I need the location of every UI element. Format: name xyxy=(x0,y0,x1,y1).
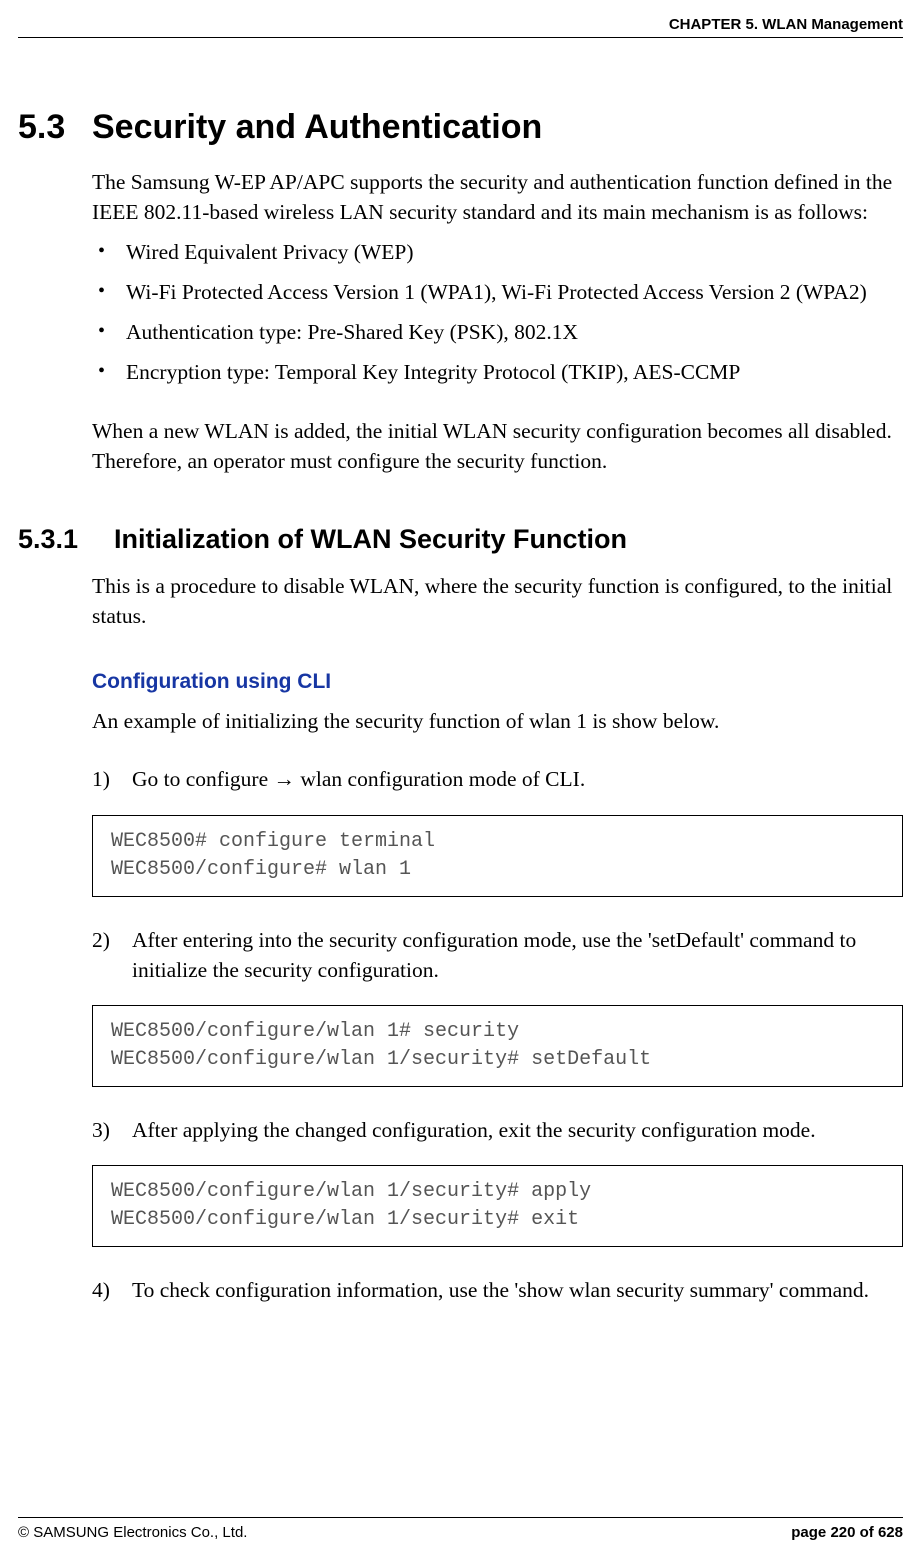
bullet-list: Wired Equivalent Privacy (WEP) Wi-Fi Pro… xyxy=(92,237,903,387)
page-header: CHAPTER 5. WLAN Management xyxy=(18,0,903,38)
subsection-number: 5.3.1 xyxy=(18,524,114,555)
steps-list: 2) After entering into the security conf… xyxy=(92,925,903,985)
page-content: 5.3 Security and Authentication The Sams… xyxy=(18,38,903,1305)
section-intro: The Samsung W-EP AP/APC supports the sec… xyxy=(92,167,903,227)
step-number: 2) xyxy=(92,925,132,985)
arrow-icon: → xyxy=(274,767,296,791)
section-number: 5.3 xyxy=(18,108,92,147)
chapter-title: CHAPTER 5. WLAN Management xyxy=(669,16,903,33)
list-item: 3) After applying the changed configurat… xyxy=(92,1115,903,1145)
steps-list: 3) After applying the changed configurat… xyxy=(92,1115,903,1145)
list-item: 2) After entering into the security conf… xyxy=(92,925,903,985)
subsection-body: This is a procedure to disable WLAN, whe… xyxy=(92,571,903,1305)
step-number: 1) xyxy=(92,764,132,794)
step-number: 3) xyxy=(92,1115,132,1145)
list-item: Wi-Fi Protected Access Version 1 (WPA1),… xyxy=(92,277,903,307)
copyright: © SAMSUNG Electronics Co., Ltd. xyxy=(18,1524,247,1541)
code-block: WEC8500/configure/wlan 1/security# apply… xyxy=(92,1165,903,1247)
cli-intro: An example of initializing the security … xyxy=(92,706,903,736)
section-title: Security and Authentication xyxy=(92,108,542,147)
page-number: page 220 of 628 xyxy=(791,1524,903,1541)
list-item: 1) Go to configure → wlan configuration … xyxy=(92,764,903,794)
code-block: WEC8500/configure/wlan 1# security WEC85… xyxy=(92,1005,903,1087)
list-item: Authentication type: Pre-Shared Key (PSK… xyxy=(92,317,903,347)
page-footer: © SAMSUNG Electronics Co., Ltd. page 220… xyxy=(18,1517,903,1541)
subsection-intro: This is a procedure to disable WLAN, whe… xyxy=(92,571,903,631)
steps-list: 4) To check configuration information, u… xyxy=(92,1275,903,1305)
code-block: WEC8500# configure terminal WEC8500/conf… xyxy=(92,815,903,897)
steps-list: 1) Go to configure → wlan configuration … xyxy=(92,764,903,794)
step-text: After applying the changed configuration… xyxy=(132,1115,903,1145)
subsection-title: Initialization of WLAN Security Function xyxy=(114,524,627,555)
list-item: Encryption type: Temporal Key Integrity … xyxy=(92,357,903,387)
cli-heading: Configuration using CLI xyxy=(92,667,903,696)
subsection-heading: 5.3.1 Initialization of WLAN Security Fu… xyxy=(18,524,903,555)
step-text: Go to configure → wlan configuration mod… xyxy=(132,764,903,794)
section-note: When a new WLAN is added, the initial WL… xyxy=(92,416,903,476)
step-text: After entering into the security configu… xyxy=(132,925,903,985)
step-text: To check configuration information, use … xyxy=(132,1275,903,1305)
list-item: 4) To check configuration information, u… xyxy=(92,1275,903,1305)
list-item: Wired Equivalent Privacy (WEP) xyxy=(92,237,903,267)
section-heading: 5.3 Security and Authentication xyxy=(18,108,903,147)
step-number: 4) xyxy=(92,1275,132,1305)
section-body: The Samsung W-EP AP/APC supports the sec… xyxy=(92,167,903,476)
